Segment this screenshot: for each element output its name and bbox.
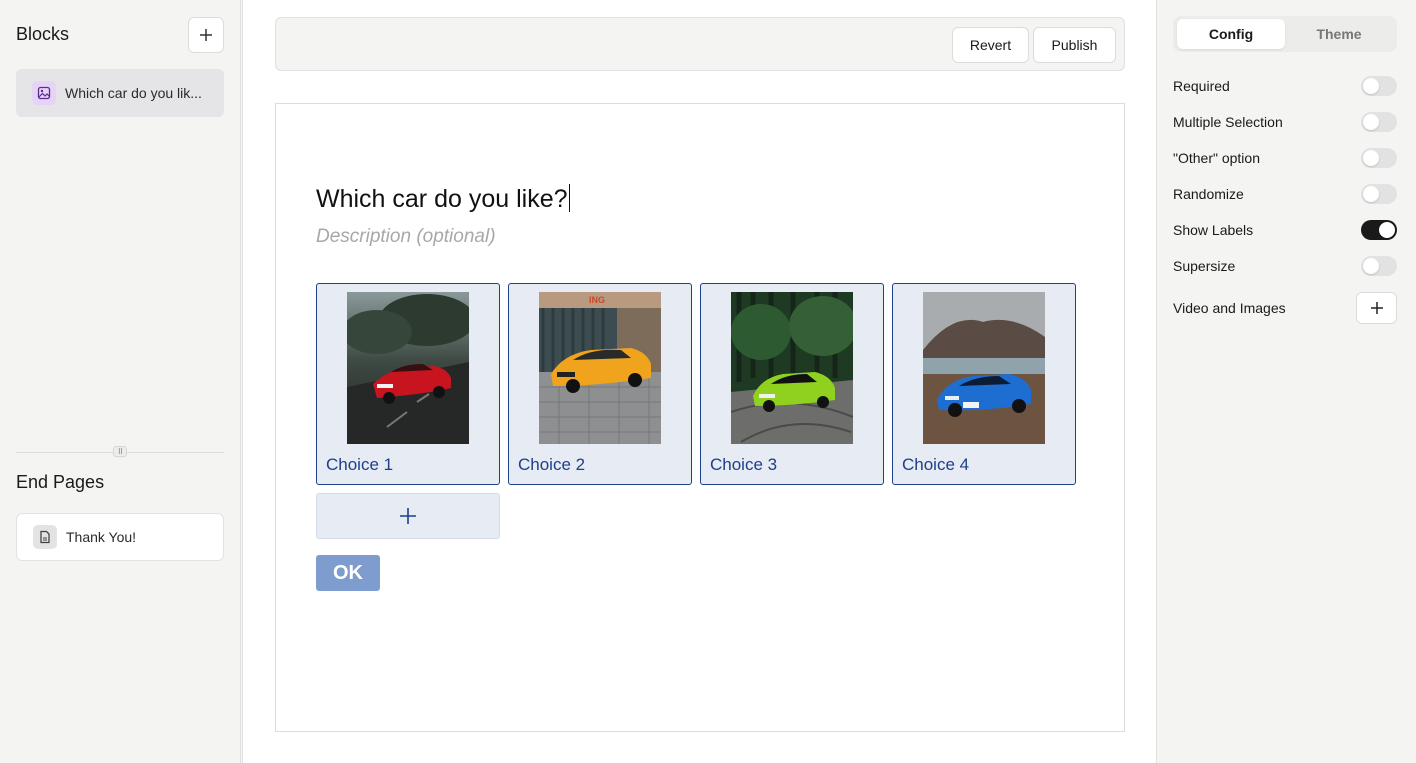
choice-label: Choice 1 [326, 455, 394, 474]
option-label: Video and Images [1173, 300, 1286, 316]
block-item[interactable]: Which car do you lik... [16, 69, 224, 117]
choice-card[interactable]: ING Choice 2 [508, 283, 692, 485]
choice-label: Choice 2 [518, 455, 586, 474]
option-label: Randomize [1173, 186, 1244, 202]
choice-card[interactable]: Choice 3 [700, 283, 884, 485]
blue-coupe-image [923, 292, 1045, 444]
option-label: Show Labels [1173, 222, 1254, 238]
blocks-title: Blocks [16, 24, 70, 44]
add-media-button[interactable] [1356, 292, 1397, 324]
description-field[interactable]: Description (optional) [316, 226, 496, 248]
page-icon [33, 525, 57, 549]
question-title[interactable]: Which car do you like? [316, 184, 570, 214]
option-supersize: Supersize [1173, 256, 1397, 276]
text-caret [568, 184, 570, 212]
plus-icon [200, 29, 212, 41]
supersize-toggle[interactable] [1361, 256, 1397, 276]
block-item-label: Which car do you lik... [65, 85, 202, 101]
image-icon [32, 81, 56, 105]
option-label: Multiple Selection [1173, 114, 1283, 130]
multiple-selection-toggle[interactable] [1361, 112, 1397, 132]
option-label: "Other" option [1173, 150, 1260, 166]
required-toggle[interactable] [1361, 76, 1397, 96]
option-required: Required [1173, 76, 1397, 96]
choice-label: Choice 3 [710, 455, 778, 474]
resize-handle[interactable]: ⠿ [113, 446, 127, 457]
lime-green-hatchback-image [731, 292, 853, 444]
end-page-label: Thank You! [66, 529, 137, 545]
revert-button[interactable]: Revert [952, 27, 1029, 63]
main-editor: Revert Publish Which car do you like? De… [242, 0, 1157, 763]
other-option-toggle[interactable] [1361, 148, 1397, 168]
option-randomize: Randomize [1173, 184, 1397, 204]
publish-button[interactable]: Publish [1033, 27, 1116, 63]
tab-theme[interactable]: Theme [1285, 19, 1393, 49]
option-multiple-selection: Multiple Selection [1173, 112, 1397, 132]
config-panel: Config Theme Required Multiple Selection… [1158, 0, 1416, 763]
randomize-toggle[interactable] [1361, 184, 1397, 204]
form-preview: Which car do you like? Description (opti… [275, 103, 1125, 732]
show-labels-toggle[interactable] [1361, 220, 1397, 240]
choice-card[interactable]: Choice 4 [892, 283, 1076, 485]
add-choice-button[interactable] [316, 493, 500, 539]
svg-text:ING: ING [589, 295, 605, 305]
choice-card[interactable]: Choice 1 [316, 283, 500, 485]
plus-icon [400, 508, 416, 524]
plus-icon [1370, 302, 1383, 314]
option-show-labels: Show Labels [1173, 220, 1397, 240]
option-label: Required [1173, 78, 1230, 94]
end-pages-title: End Pages [16, 472, 105, 492]
left-sidebar: Blocks Which car do you lik... ⠿ End Pag… [0, 0, 241, 763]
option-label: Supersize [1173, 258, 1236, 274]
panel-tabs: Config Theme [1173, 16, 1397, 52]
ok-button[interactable]: OK [316, 555, 380, 591]
end-page-item[interactable]: Thank You! [16, 513, 224, 561]
tab-config[interactable]: Config [1177, 19, 1285, 49]
add-block-button[interactable] [188, 17, 224, 53]
option-other: "Other" option [1173, 148, 1397, 168]
orange-supercar-image: ING [539, 292, 661, 444]
choice-label: Choice 4 [902, 455, 970, 474]
toolbar: Revert Publish [275, 17, 1125, 71]
red-sports-car-image [347, 292, 469, 444]
option-media: Video and Images [1173, 292, 1397, 324]
